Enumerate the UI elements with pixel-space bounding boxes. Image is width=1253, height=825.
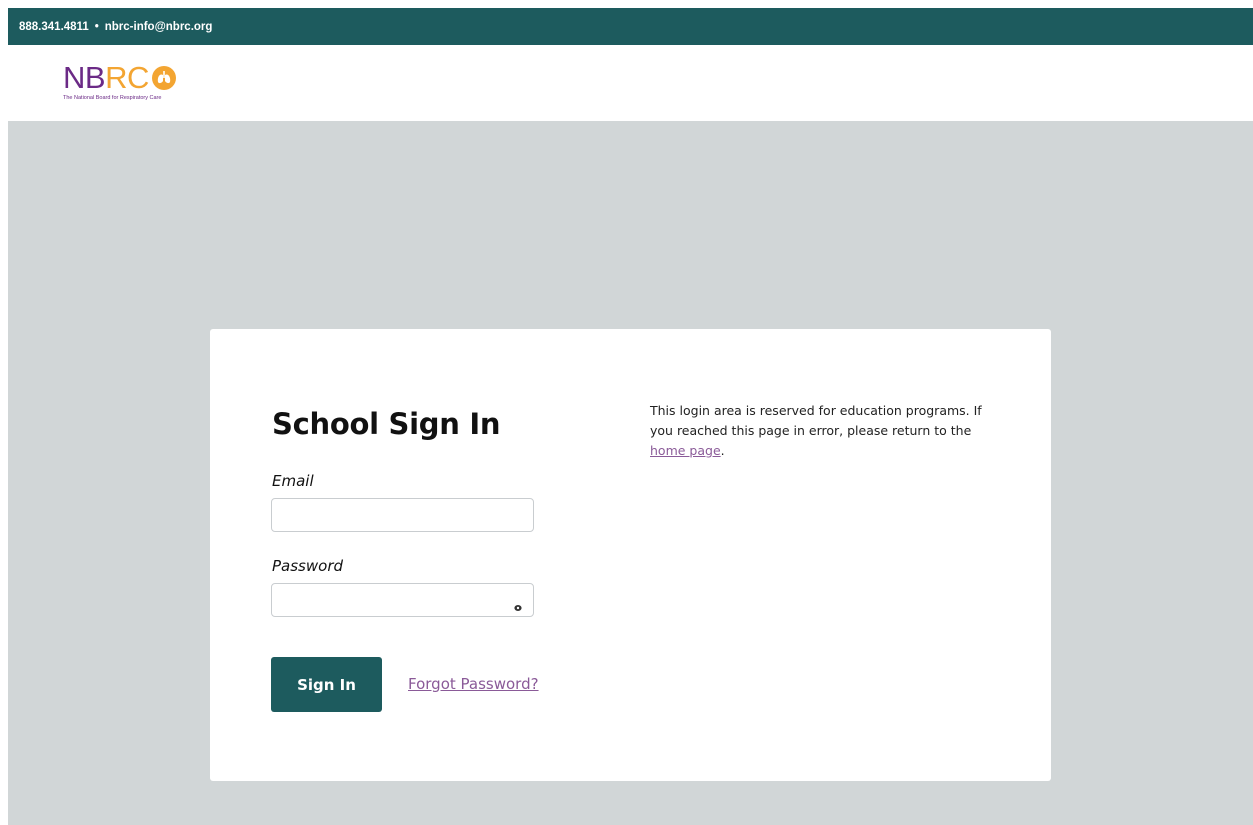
info-text: This login area is reserved for educatio…	[650, 401, 990, 461]
home-page-link[interactable]: home page	[650, 443, 721, 458]
eye-icon[interactable]	[514, 597, 522, 611]
email-label: Email	[272, 472, 314, 490]
password-field[interactable]	[271, 583, 534, 617]
forgot-password-link[interactable]: Forgot Password?	[408, 675, 539, 693]
logo-letters-nb: NB	[63, 60, 106, 95]
contact-email[interactable]: nbrc-info@nbrc.org	[105, 21, 213, 33]
logo-tagline: The National Board for Respiratory Care	[63, 95, 162, 101]
page-title: School Sign In	[272, 407, 501, 441]
sign-in-card: School Sign In Email Password Sign In Fo…	[210, 329, 1051, 781]
top-contact-bar: 888.341.4811 • nbrc-info@nbrc.org	[8, 8, 1253, 45]
site-header: NB RC The National Board for Respiratory …	[8, 45, 1253, 121]
phone-number[interactable]: 888.341.4811	[19, 21, 89, 33]
password-label: Password	[272, 557, 344, 575]
info-text-end: .	[720, 443, 725, 458]
email-field[interactable]	[271, 498, 534, 532]
sign-in-button[interactable]: Sign In	[271, 657, 382, 712]
nbrc-logo[interactable]: NB RC The National Board for Respiratory …	[63, 62, 176, 102]
lungs-icon	[151, 65, 176, 90]
logo-letters-rc: RC	[105, 60, 149, 95]
info-text-body: This login area is reserved for educatio…	[650, 403, 982, 438]
contact-separator: •	[94, 20, 99, 33]
